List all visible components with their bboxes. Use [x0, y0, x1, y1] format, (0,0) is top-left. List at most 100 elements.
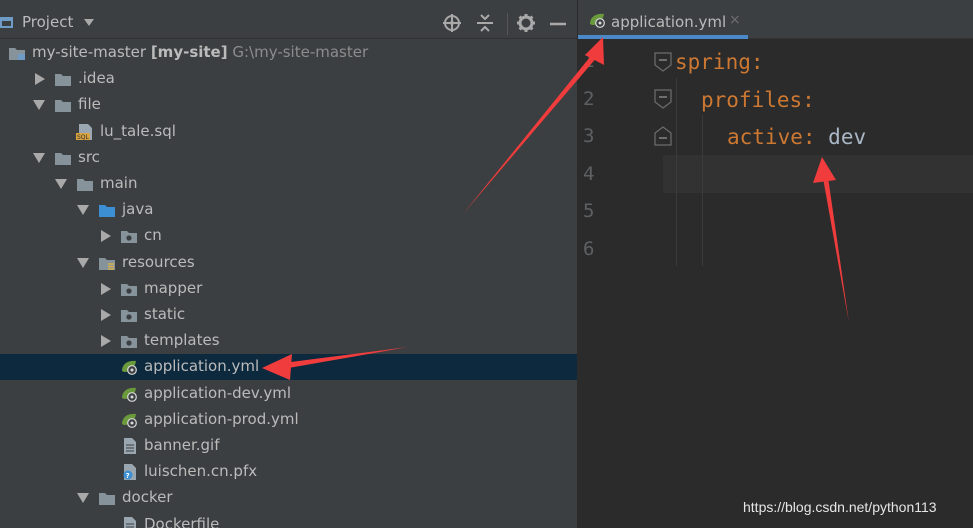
tree-item-java[interactable]: java	[0, 197, 577, 223]
chevron-down-icon[interactable]	[77, 257, 89, 268]
locate-icon[interactable]	[442, 13, 462, 33]
tree-item-name: templates	[144, 331, 220, 350]
project-panel-title[interactable]: Project	[22, 13, 73, 31]
fold-start-icon[interactable]	[654, 89, 672, 109]
tree-item-name: java	[122, 200, 154, 219]
tree-item-src[interactable]: src	[0, 145, 577, 171]
tree-item-label: main	[100, 174, 137, 192]
tree-item-label: static	[144, 305, 185, 323]
tree-item-name: docker	[122, 488, 173, 507]
chevron-down-icon[interactable]	[77, 493, 89, 504]
folder-icon	[98, 490, 116, 506]
tree-item-name: application.yml	[144, 357, 260, 376]
tree-item-label: application-prod.yml	[144, 410, 299, 428]
tree-item-name: application-prod.yml	[144, 409, 299, 428]
tree-item-label: cn	[144, 226, 162, 244]
code-line-1[interactable]: spring:	[675, 50, 764, 74]
tree-item-application-dev-yml[interactable]: application-dev.yml	[0, 381, 577, 407]
spring-yml-icon	[120, 386, 138, 402]
chevron-right-icon[interactable]	[101, 282, 111, 295]
tree-item-templates[interactable]: templates	[0, 328, 577, 354]
tree-item-docker[interactable]: docker	[0, 485, 577, 511]
project-panel: Project my-site-master [my-site] G:\my-s…	[0, 0, 577, 528]
svg-text:SQL: SQL	[77, 134, 90, 140]
tree-item-banner-gif[interactable]: banner.gif	[0, 433, 577, 459]
project-folder-icon	[8, 45, 26, 61]
tree-item-name: resources	[122, 252, 195, 271]
tree-item-static[interactable]: static	[0, 302, 577, 328]
tree-item-lu-tale-sql[interactable]: SQL lu_tale.sql	[0, 119, 577, 145]
line-number: 1	[583, 50, 595, 72]
folder-icon	[76, 176, 94, 192]
chevron-down-icon[interactable]	[33, 152, 45, 163]
tree-item-label: Dockerfile	[144, 515, 219, 528]
minimize-icon[interactable]	[548, 13, 568, 33]
spring-yml-icon	[120, 412, 138, 428]
folder-icon	[54, 71, 72, 87]
tree-item-name: banner.gif	[144, 436, 220, 454]
tree-item-luischen-cn-pfx[interactable]: ? luischen.cn.pfx	[0, 459, 577, 485]
tree-item-name: src	[78, 147, 100, 166]
chevron-down-icon[interactable]	[55, 179, 67, 189]
folder-icon	[54, 150, 72, 166]
tree-item-name: lu_tale.sql	[100, 121, 176, 140]
tree-item-mapper[interactable]: mapper	[0, 276, 577, 302]
yaml-value: dev	[828, 125, 867, 149]
fold-start-icon[interactable]	[654, 52, 672, 72]
yaml-colon: :	[750, 50, 764, 74]
sql-file-icon: SQL	[76, 123, 94, 140]
yaml-key: spring	[675, 50, 751, 74]
code-line-2[interactable]: profiles:	[701, 88, 815, 112]
chevron-right-icon[interactable]	[101, 230, 111, 243]
file-icon	[120, 438, 138, 454]
tree-item-cn[interactable]: cn	[0, 223, 577, 249]
yaml-key: active	[727, 125, 803, 149]
module-name: [my-site]	[150, 43, 228, 61]
tree-item-label: application.yml	[144, 357, 259, 375]
close-icon[interactable]: ×	[729, 12, 741, 28]
line-number: 2	[583, 87, 595, 110]
line-number-gutter: 1 2 3 4 5 6	[578, 40, 663, 528]
tree-item-resources[interactable]: resources	[0, 250, 577, 276]
chevron-down-icon[interactable]	[77, 205, 89, 216]
line-number: 6	[583, 237, 595, 260]
fold-end-icon[interactable]	[654, 126, 672, 146]
resources-folder-icon	[98, 255, 116, 271]
tree-item-name: cn	[144, 226, 162, 245]
tree-item-label: src	[78, 148, 100, 166]
tree-item-label: java	[122, 200, 153, 218]
chevron-down-icon[interactable]	[33, 100, 45, 111]
line-number: 4	[583, 162, 595, 185]
editor: application.yml × 1 2 3 4 5 6 spring: profile…	[578, 0, 973, 528]
tree-item-file[interactable]: file	[0, 92, 577, 118]
chevron-down-icon[interactable]	[84, 19, 94, 26]
package-icon	[120, 333, 138, 349]
tree-item-my-site-master[interactable]: my-site-master [my-site] G:\my-site-mast…	[0, 40, 577, 66]
tree-item-main[interactable]: main	[0, 171, 577, 197]
tree-item-dockerfile[interactable]: Dockerfile	[0, 512, 577, 528]
chevron-right-icon[interactable]	[35, 73, 45, 86]
tree-item-name: .idea	[78, 69, 115, 88]
package-icon	[120, 228, 138, 244]
yaml-colon: :	[802, 125, 816, 149]
tab-application-yml[interactable]: application.yml ×	[578, 0, 748, 39]
tree-item-label: lu_tale.sql	[100, 122, 176, 140]
chevron-right-icon[interactable]	[101, 309, 111, 321]
tree-item-label: file	[78, 95, 101, 113]
tab-label: application.yml	[611, 13, 727, 31]
tree-item-application-yml[interactable]: application.yml	[0, 354, 577, 381]
tree-item--idea[interactable]: .idea	[0, 66, 577, 92]
tree-item-label: mapper	[144, 279, 202, 297]
editor-tab-bar: application.yml ×	[578, 0, 973, 39]
project-window-icon	[0, 17, 13, 28]
tree-item-application-prod-yml[interactable]: application-prod.yml	[0, 407, 577, 433]
project-panel-header: Project	[0, 0, 577, 39]
yaml-colon: :	[802, 88, 815, 112]
tree-item-label: banner.gif	[144, 436, 219, 454]
watermark: https://blog.csdn.net/python113	[743, 499, 937, 515]
code-line-3[interactable]: active: dev	[727, 125, 866, 149]
collapse-all-icon[interactable]	[475, 13, 495, 33]
chevron-right-icon[interactable]	[101, 335, 111, 348]
gear-icon[interactable]	[516, 13, 536, 33]
spring-yml-icon	[588, 12, 606, 28]
